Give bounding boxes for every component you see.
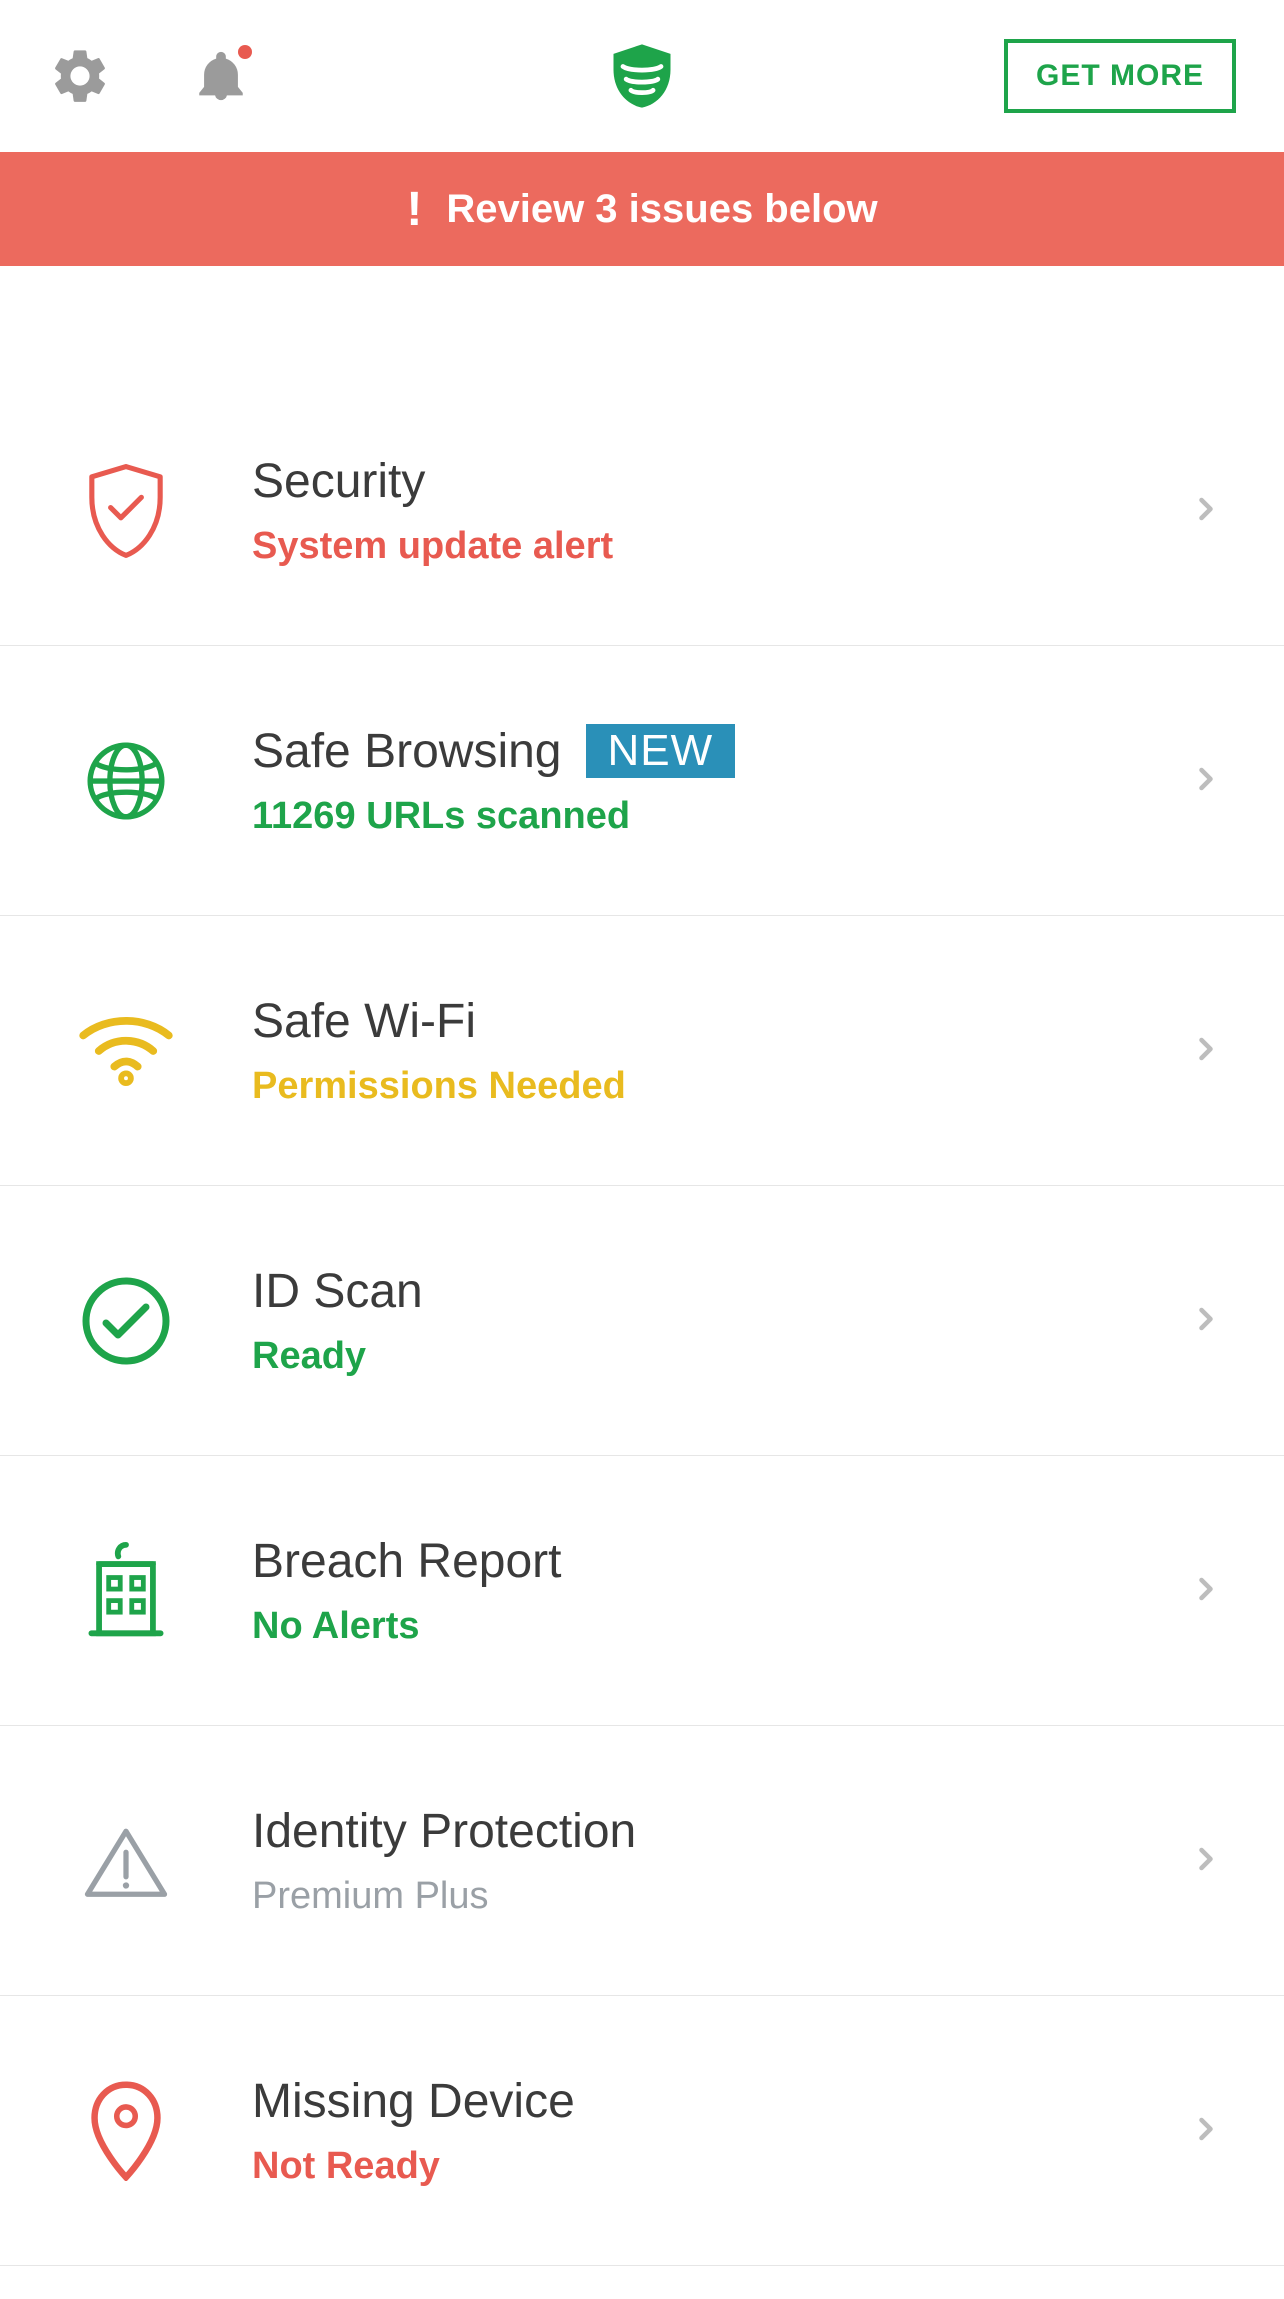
- row-missing-device[interactable]: Missing Device Not Ready: [0, 1996, 1284, 2266]
- row-title: Safe Wi-Fi: [252, 994, 476, 1049]
- row-id-scan[interactable]: ID Scan Ready: [0, 1186, 1284, 1456]
- row-subtitle: Not Ready: [252, 2145, 1188, 2188]
- row-subtitle: System update alert: [252, 525, 1188, 568]
- chevron-right-icon: [1188, 1301, 1228, 1341]
- notifications-bell-icon[interactable]: [192, 47, 250, 105]
- alert-text: Review 3 issues below: [446, 187, 877, 232]
- row-title: Identity Protection: [252, 1804, 636, 1859]
- app-header: GET MORE: [0, 0, 1284, 152]
- row-body: Safe Browsing NEW 11269 URLs scanned: [252, 724, 1188, 838]
- chevron-right-icon: [1188, 1571, 1228, 1611]
- row-title: Safe Browsing: [252, 724, 562, 779]
- chevron-right-icon: [1188, 491, 1228, 531]
- chevron-right-icon: [1188, 1841, 1228, 1881]
- notification-dot-icon: [238, 45, 252, 59]
- row-title: Breach Report: [252, 1534, 562, 1589]
- row-breach-report[interactable]: Breach Report No Alerts: [0, 1456, 1284, 1726]
- row-subtitle: Ready: [252, 1335, 1188, 1378]
- row-body: Safe Wi-Fi Permissions Needed: [252, 994, 1188, 1108]
- row-subtitle: 11269 URLs scanned: [252, 795, 1188, 838]
- row-body: Missing Device Not Ready: [252, 2074, 1188, 2188]
- alert-exclamation-icon: !: [406, 182, 422, 237]
- wifi-icon: [78, 1003, 174, 1099]
- row-safe-wifi[interactable]: Safe Wi-Fi Permissions Needed: [0, 916, 1284, 1186]
- shield-check-icon: [78, 463, 174, 559]
- row-title: ID Scan: [252, 1264, 423, 1319]
- row-body: Breach Report No Alerts: [252, 1534, 1188, 1648]
- map-pin-icon: [78, 2083, 174, 2179]
- globe-icon: [78, 733, 174, 829]
- row-body: ID Scan Ready: [252, 1264, 1188, 1378]
- settings-gear-icon[interactable]: [48, 44, 112, 108]
- row-subtitle: Permissions Needed: [252, 1065, 1188, 1108]
- row-body: Security System update alert: [252, 454, 1188, 568]
- chevron-right-icon: [1188, 1031, 1228, 1071]
- row-title: Security: [252, 454, 425, 509]
- chevron-right-icon: [1188, 761, 1228, 801]
- header-left: [48, 44, 250, 108]
- row-security[interactable]: Security System update alert: [0, 376, 1284, 646]
- features-list: Security System update alert Safe Browsi…: [0, 376, 1284, 2266]
- chevron-right-icon: [1188, 2111, 1228, 2151]
- circle-check-icon: [78, 1273, 174, 1369]
- row-subtitle: Premium Plus: [252, 1875, 1188, 1918]
- get-more-button[interactable]: GET MORE: [1004, 39, 1236, 113]
- row-subtitle: No Alerts: [252, 1605, 1188, 1648]
- row-safe-browsing[interactable]: Safe Browsing NEW 11269 URLs scanned: [0, 646, 1284, 916]
- row-body: Identity Protection Premium Plus: [252, 1804, 1188, 1918]
- new-badge: NEW: [586, 724, 736, 778]
- building-icon: [78, 1543, 174, 1639]
- row-title: Missing Device: [252, 2074, 575, 2129]
- warning-triangle-icon: [78, 1813, 174, 1909]
- row-identity-protection[interactable]: Identity Protection Premium Plus: [0, 1726, 1284, 1996]
- app-logo-shield-icon: [604, 38, 680, 114]
- issues-alert-banner[interactable]: ! Review 3 issues below: [0, 152, 1284, 266]
